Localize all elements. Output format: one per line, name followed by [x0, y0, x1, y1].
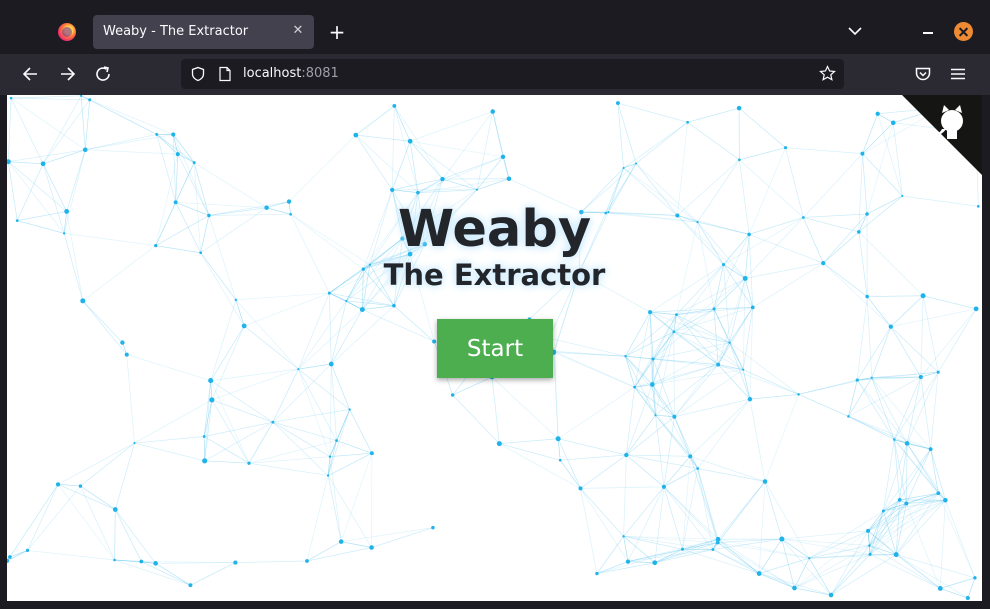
minimize-icon[interactable] — [923, 32, 933, 34]
chevron-down-icon[interactable] — [847, 23, 863, 39]
browser-window: Weaby - The Extractor ✕ + localhost:8081… — [0, 0, 990, 609]
start-button[interactable]: Start — [437, 319, 553, 378]
tab-strip: Weaby - The Extractor ✕ + — [0, 0, 990, 54]
pocket-icon[interactable] — [913, 64, 933, 84]
page-icon — [219, 66, 231, 82]
forward-icon[interactable] — [57, 64, 77, 84]
address-bar[interactable]: localhost:8081 — [181, 59, 844, 89]
tab-title: Weaby - The Extractor — [103, 24, 249, 39]
url-host: localhost — [243, 66, 302, 81]
back-icon[interactable] — [21, 64, 41, 84]
firefox-icon — [58, 23, 76, 41]
page-subtitle: The Extractor — [383, 258, 606, 292]
menu-icon[interactable] — [948, 64, 968, 84]
page-title: Weaby — [397, 200, 592, 259]
new-tab-icon[interactable]: + — [327, 21, 347, 43]
shield-icon[interactable] — [190, 66, 206, 82]
reload-icon[interactable] — [93, 64, 113, 84]
page-viewport: Weaby The Extractor Start — [7, 95, 982, 601]
close-window-icon[interactable] — [954, 22, 973, 41]
star-icon[interactable] — [819, 65, 836, 82]
url-port: :8081 — [301, 66, 339, 81]
hero: Weaby The Extractor Start — [7, 95, 982, 601]
close-tab-icon[interactable]: ✕ — [290, 23, 306, 39]
navigation-bar: localhost:8081 — [0, 54, 990, 95]
tab-active[interactable]: Weaby - The Extractor ✕ — [93, 15, 314, 49]
window-border — [0, 601, 990, 609]
url-text: localhost:8081 — [243, 66, 339, 81]
